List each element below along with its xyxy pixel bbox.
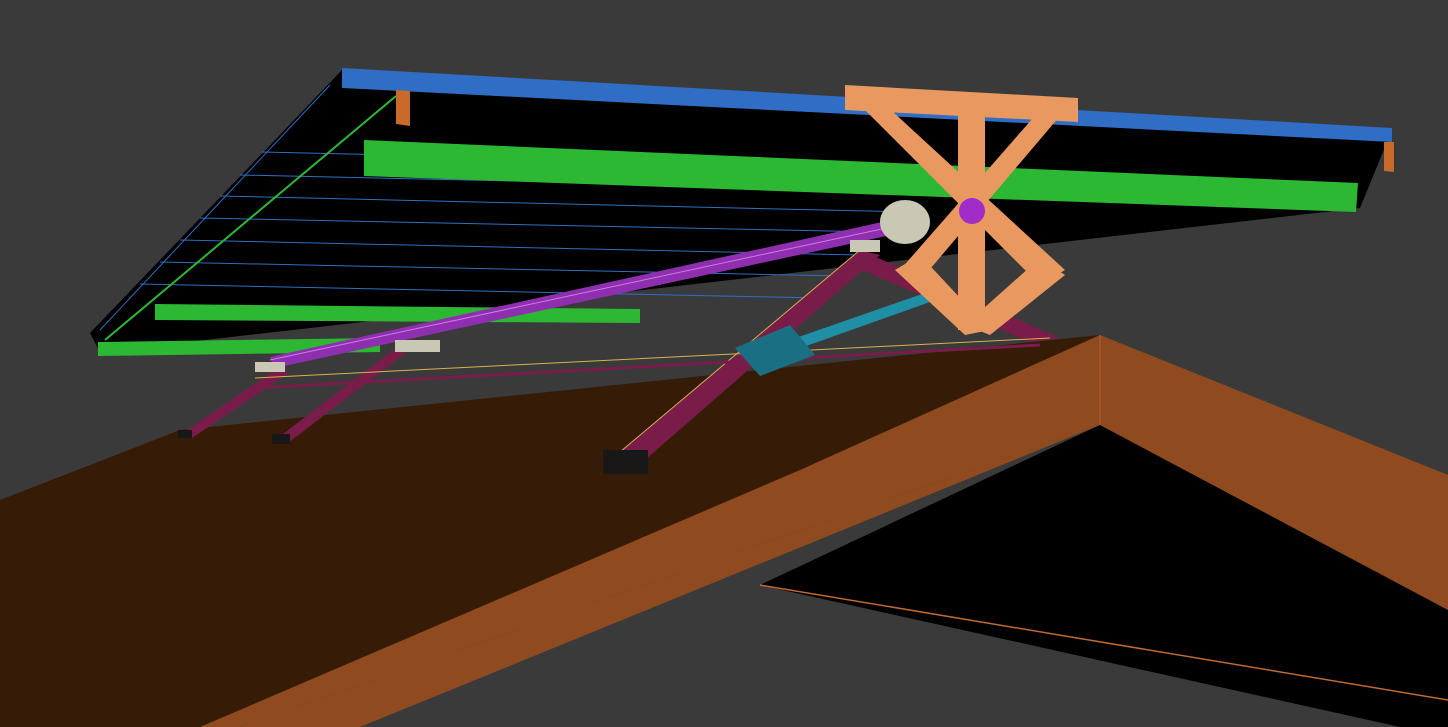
- axle-hub-icon[interactable]: [959, 198, 985, 224]
- bearing-mount-icon: [880, 200, 930, 244]
- mount-plate-3: [255, 362, 285, 372]
- rail-bottom: [155, 304, 640, 323]
- mount-plate-1: [850, 240, 880, 252]
- tracker-scene[interactable]: [0, 0, 1448, 727]
- roof: [0, 335, 1448, 727]
- end-cap-right: [1384, 142, 1394, 172]
- foot-left: [178, 430, 192, 438]
- mount-plate-2: [395, 340, 440, 352]
- foot-main: [603, 450, 648, 474]
- end-cap-left: [396, 90, 410, 126]
- foot-mid: [272, 434, 290, 444]
- solar-panel-array[interactable]: [90, 68, 1394, 356]
- 3d-viewport[interactable]: [0, 0, 1448, 727]
